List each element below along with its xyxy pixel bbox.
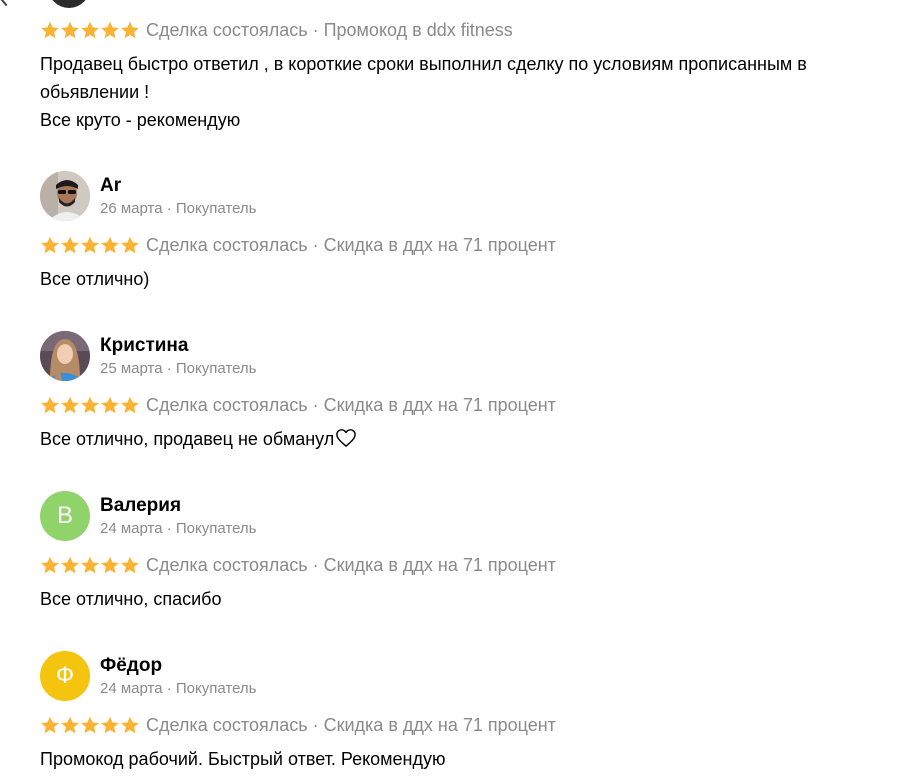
review-text-content: Все отлично, продавец не обманул	[40, 429, 335, 449]
star-icon	[121, 556, 139, 574]
star-icon	[61, 236, 79, 254]
star-icon	[41, 396, 59, 414]
star-icon	[81, 716, 99, 734]
review-text: Все отлично, продавец не обманул	[40, 425, 880, 453]
star-icon	[41, 556, 59, 574]
review-item: В Валерия 24 марта · Покупатель Сделка с…	[40, 490, 880, 613]
review-item: Ar 26 марта · Покупатель Сделка состояла…	[40, 170, 880, 293]
cropped-avatar	[48, 0, 90, 8]
rating-stars	[40, 235, 140, 255]
author-name[interactable]: Ar	[100, 174, 257, 197]
review-text: Все отлично, спасибо	[40, 589, 222, 609]
avatar[interactable]	[40, 331, 90, 381]
review-text: Все отлично)	[40, 269, 150, 289]
rating-row: Сделка состоялась · Скидка в ддх на 71 п…	[40, 231, 880, 259]
star-icon	[61, 716, 79, 734]
star-icon	[121, 21, 139, 39]
star-icon	[101, 556, 119, 574]
star-icon	[121, 236, 139, 254]
rating-stars	[40, 395, 140, 415]
star-icon	[61, 21, 79, 39]
review-header: Ar 26 марта · Покупатель	[40, 170, 880, 222]
review-item: Ф Фёдор 24 марта · Покупатель Сделка сос…	[40, 650, 880, 773]
avatar-photo-icon	[40, 331, 90, 381]
review-header: В Валерия 24 марта · Покупатель	[40, 490, 880, 542]
star-icon	[81, 556, 99, 574]
star-icon	[81, 21, 99, 39]
deal-info: Сделка состоялась · Промокод в ddx fitne…	[146, 19, 513, 40]
cropped-fragment	[0, 0, 16, 7]
avatar-letter: В	[56, 502, 73, 529]
avatar-letter: Ф	[55, 662, 75, 689]
review-header: Ф Фёдор 24 марта · Покупатель	[40, 650, 880, 702]
star-icon	[61, 556, 79, 574]
deal-info: Сделка состоялась · Скидка в ддх на 71 п…	[146, 234, 556, 255]
author-name[interactable]: Фёдор	[100, 654, 257, 677]
review-item: Сделка состоялась · Промокод в ddx fitne…	[40, 16, 880, 134]
rating-stars	[40, 715, 140, 735]
heart-icon	[336, 429, 357, 447]
star-icon	[101, 396, 119, 414]
star-icon	[101, 21, 119, 39]
star-icon	[121, 716, 139, 734]
deal-info: Сделка состоялась · Скидка в ддх на 71 п…	[146, 554, 556, 575]
review-item: Кристина 25 марта · Покупатель Сделка со…	[40, 330, 880, 453]
avatar[interactable]: В	[40, 491, 90, 541]
avatar[interactable]	[40, 171, 90, 221]
review-text-line: Все круто - рекомендую	[40, 110, 241, 130]
deal-info: Сделка состоялась · Скидка в ддх на 71 п…	[146, 394, 556, 415]
deal-info: Сделка состоялась · Скидка в ддх на 71 п…	[146, 714, 556, 735]
rating-row: Сделка состоялась · Промокод в ddx fitne…	[40, 16, 880, 44]
avatar[interactable]: Ф	[40, 651, 90, 701]
review-text-line: Продавец быстро ответил , в короткие сро…	[40, 54, 807, 74]
star-icon	[81, 236, 99, 254]
review-meta: 25 марта · Покупатель	[100, 360, 257, 377]
rating-row: Сделка состоялась · Скидка в ддх на 71 п…	[40, 711, 880, 739]
author-name[interactable]: Валерия	[100, 494, 257, 517]
review-text: Промокод рабочий. Быстрый ответ. Рекомен…	[40, 749, 446, 769]
rating-row: Сделка состоялась · Скидка в ддх на 71 п…	[40, 551, 880, 579]
review-meta: 26 марта · Покупатель	[100, 200, 257, 217]
star-icon	[61, 396, 79, 414]
review-meta: 24 марта · Покупатель	[100, 520, 257, 537]
avatar-photo-icon	[40, 171, 90, 221]
review-meta: 24 марта · Покупатель	[100, 680, 257, 697]
review-text-line: обьявлении !	[40, 82, 150, 102]
star-icon	[101, 716, 119, 734]
rating-stars	[40, 20, 140, 40]
star-icon	[121, 396, 139, 414]
review-text: Продавец быстро ответил , в короткие сро…	[40, 50, 880, 134]
star-icon	[101, 236, 119, 254]
star-icon	[41, 236, 59, 254]
rating-row: Сделка состоялась · Скидка в ддх на 71 п…	[40, 391, 880, 419]
star-icon	[41, 716, 59, 734]
rating-stars	[40, 555, 140, 575]
review-header: Кристина 25 марта · Покупатель	[40, 330, 880, 382]
star-icon	[81, 396, 99, 414]
author-name[interactable]: Кристина	[100, 334, 257, 357]
star-icon	[41, 21, 59, 39]
